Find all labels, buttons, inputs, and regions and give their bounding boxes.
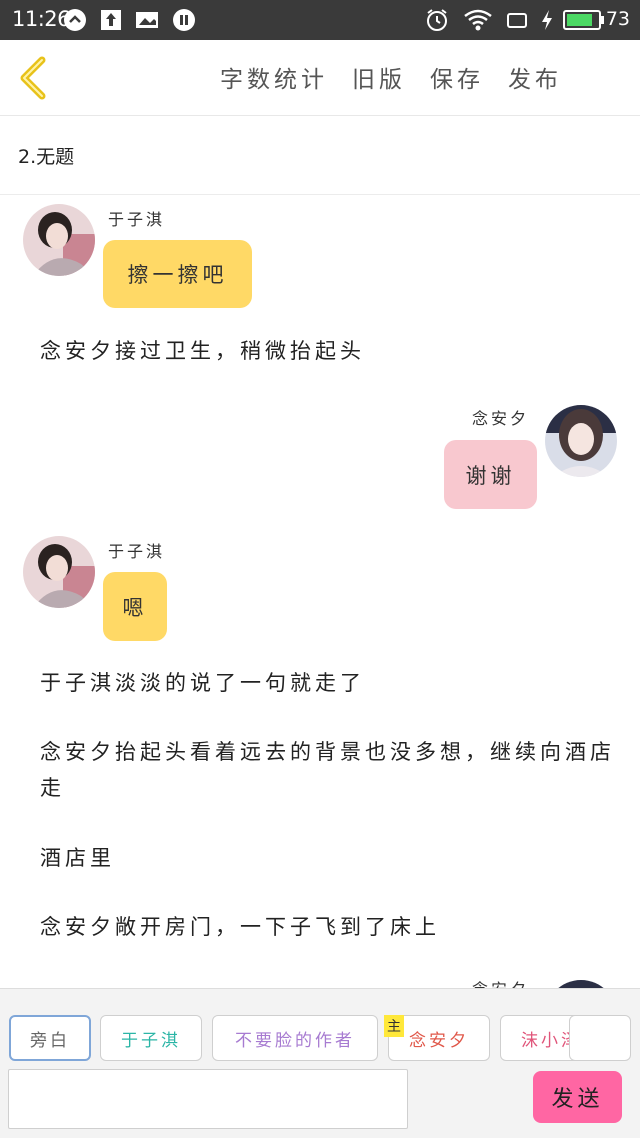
role-chip[interactable]: 不要脸的作者 xyxy=(212,1015,378,1061)
image-icon xyxy=(136,12,158,28)
sender-name: 于子淇 xyxy=(108,210,166,229)
chat-bubble[interactable]: 谢谢 xyxy=(444,440,537,509)
role-label: 于子淇 xyxy=(121,1030,181,1051)
chevron-left-icon xyxy=(20,56,46,100)
send-button[interactable]: 发送 xyxy=(533,1071,622,1123)
wifi-icon xyxy=(464,9,492,31)
role-chip[interactable]: 于子淇 xyxy=(100,1015,202,1061)
status-time: 11:26 xyxy=(12,7,71,31)
avatar[interactable] xyxy=(23,536,95,608)
upload-icon xyxy=(101,10,121,30)
save-button[interactable]: 保存 xyxy=(430,60,484,94)
word-count-button[interactable]: 字数统计 xyxy=(220,60,328,94)
narration-text[interactable]: 念安夕接过卫生，稍微抬起头 xyxy=(40,333,615,369)
main-role-tag: 主 xyxy=(384,1015,404,1037)
narration-text[interactable]: 于子淇淡淡的说了一句就走了 xyxy=(40,665,615,701)
composer: 旁白 于子淇 不要脸的作者 念安夕 主 沫小泽 发送 xyxy=(0,988,640,1138)
old-version-button[interactable]: 旧版 xyxy=(352,60,406,94)
publish-button[interactable]: 发布 xyxy=(508,60,562,94)
more-roles-button[interactable] xyxy=(569,1015,631,1061)
sender-name: 念安夕 xyxy=(472,409,530,428)
message-input[interactable] xyxy=(8,1069,408,1129)
role-label: 旁白 xyxy=(30,1030,70,1051)
avatar[interactable] xyxy=(545,405,617,477)
sender-name: 念安夕 xyxy=(472,976,529,988)
narration-text[interactable]: 念安夕敞开房门，一下子飞到了床上 xyxy=(40,909,615,945)
chapter-title: 2.无题 xyxy=(18,146,75,168)
chat-bubble[interactable]: 嗯 xyxy=(103,572,167,641)
sender-name: 于子淇 xyxy=(108,542,166,561)
avatar[interactable] xyxy=(23,204,95,276)
screen-rotate-icon xyxy=(507,13,527,28)
charging-icon xyxy=(542,10,552,30)
chat-content[interactable]: 于子淇 擦一擦吧 念安夕接过卫生，稍微抬起头 念安夕 谢谢 于子淇 嗯 于子淇淡… xyxy=(0,196,640,988)
chat-bubble[interactable]: 擦一擦吧 xyxy=(103,240,252,308)
alarm-icon xyxy=(427,9,447,31)
role-label: 不要脸的作者 xyxy=(235,1030,355,1051)
status-bar: 11:26 73 xyxy=(0,0,640,40)
battery-level: 73 xyxy=(605,8,630,30)
back-button[interactable] xyxy=(14,54,54,102)
narration-text[interactable]: 酒店里 xyxy=(40,840,615,876)
narration-text[interactable]: 念安夕抬起头看着远去的背景也没多想，继续向酒店走 xyxy=(40,734,615,806)
header-actions: 字数统计 旧版 保存 发布 xyxy=(220,60,562,94)
chapter-title-row[interactable]: 2.无题 xyxy=(0,117,640,195)
role-chip[interactable]: 沫小泽 xyxy=(500,1015,580,1061)
app-notification-icon xyxy=(64,9,86,31)
avatar[interactable] xyxy=(545,980,617,988)
pause-icon xyxy=(173,9,195,31)
role-chip-narrator[interactable]: 旁白 xyxy=(9,1015,91,1061)
battery-icon xyxy=(563,10,604,30)
role-label: 念安夕 xyxy=(409,1030,469,1051)
editor-header: 字数统计 旧版 保存 发布 xyxy=(0,40,640,116)
